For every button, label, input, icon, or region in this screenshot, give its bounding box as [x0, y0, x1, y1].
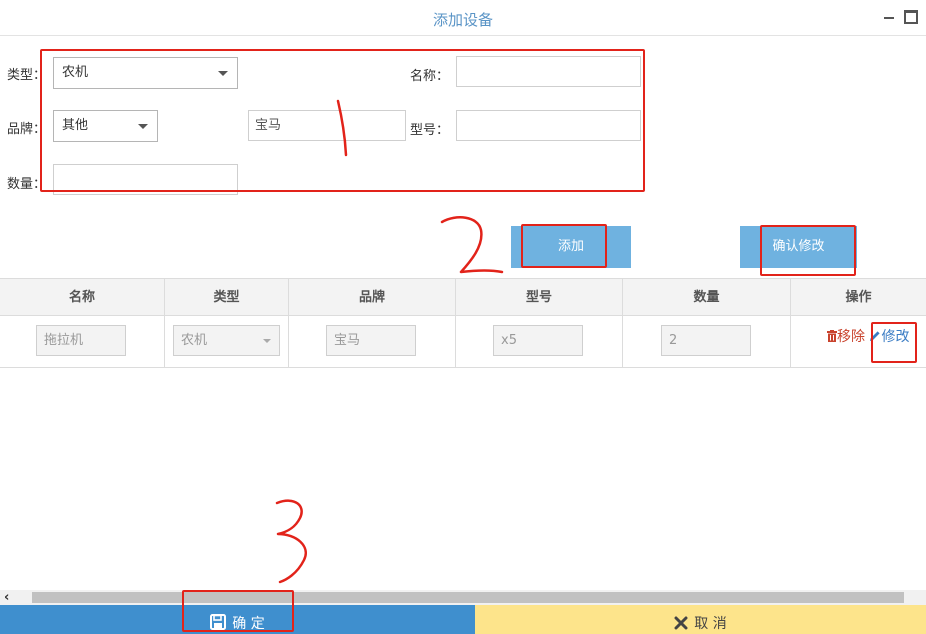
row-actions: 移除 修改	[827, 326, 909, 346]
brand-select-value: 其他	[62, 118, 89, 133]
type-label: 类型：	[7, 68, 47, 83]
model-input[interactable]	[456, 110, 641, 141]
cell-quantity: 2	[623, 316, 791, 367]
chevron-down-icon	[218, 71, 228, 76]
cancel-button[interactable]: 取 消	[475, 605, 926, 634]
chevron-down-icon	[263, 339, 271, 343]
brand-custom-input[interactable]: 宝马	[248, 110, 406, 141]
quantity-label: 数量：	[7, 177, 47, 192]
close-icon	[674, 616, 688, 630]
model-label: 型号：	[410, 123, 450, 138]
brand-label: 品牌：	[7, 122, 47, 137]
cell-brand: 宝马	[289, 316, 456, 367]
pencil-icon	[870, 331, 881, 341]
row-type-select[interactable]: 农机	[173, 325, 280, 356]
name-label: 名称：	[410, 69, 450, 84]
column-header-brand: 品牌	[289, 279, 456, 316]
cancel-label: 取 消	[694, 616, 727, 632]
chevron-down-icon	[138, 124, 148, 129]
edit-link[interactable]: 修改	[869, 329, 909, 345]
maximize-icon[interactable]	[904, 10, 918, 24]
edit-label: 修改	[881, 329, 910, 345]
row-quantity-input[interactable]: 2	[661, 325, 751, 356]
table-header: 名称 类型 品牌 型号 数量 操作	[0, 278, 926, 316]
horizontal-scrollbar[interactable]: ‹	[0, 590, 926, 605]
handwritten-mark-2	[440, 216, 504, 274]
dialog-titlebar: 添加设备	[0, 0, 926, 36]
scroll-left-icon[interactable]: ‹	[4, 590, 9, 605]
row-brand-input[interactable]: 宝马	[326, 325, 416, 356]
dialog-title: 添加设备	[432, 11, 493, 29]
remove-label: 移除	[837, 329, 865, 345]
column-header-quantity: 数量	[623, 279, 791, 316]
type-select-value: 农机	[62, 65, 89, 80]
quantity-input[interactable]	[53, 164, 238, 195]
column-header-actions: 操作	[845, 290, 872, 305]
scrollbar-thumb[interactable]	[32, 592, 904, 603]
ok-label: 确 定	[232, 616, 265, 632]
confirm-edit-button[interactable]: 确认修改	[740, 226, 857, 268]
cell-model: x5	[456, 316, 623, 367]
column-header-name: 名称	[0, 279, 165, 316]
row-type-value: 农机	[181, 333, 208, 348]
row-name-input[interactable]: 拖拉机	[36, 325, 126, 356]
minimize-icon[interactable]	[882, 10, 896, 24]
row-model-input[interactable]: x5	[493, 325, 583, 356]
brand-select[interactable]: 其他	[53, 110, 158, 142]
type-select[interactable]: 农机	[53, 57, 238, 89]
save-icon	[210, 614, 227, 630]
ok-button[interactable]: 确 定	[0, 605, 475, 634]
trash-icon	[827, 330, 837, 342]
column-header-model: 型号	[456, 279, 623, 316]
handwritten-mark-3	[275, 499, 307, 584]
add-button[interactable]: 添加	[511, 226, 631, 268]
column-header-type: 类型	[165, 279, 289, 316]
table-row: 拖拉机 农机 宝马 x5 2 移除 修改	[0, 316, 926, 368]
remove-link[interactable]: 移除	[827, 329, 869, 345]
name-input[interactable]	[456, 56, 641, 87]
cell-name: 拖拉机	[0, 316, 165, 367]
cell-type: 农机	[165, 316, 289, 367]
